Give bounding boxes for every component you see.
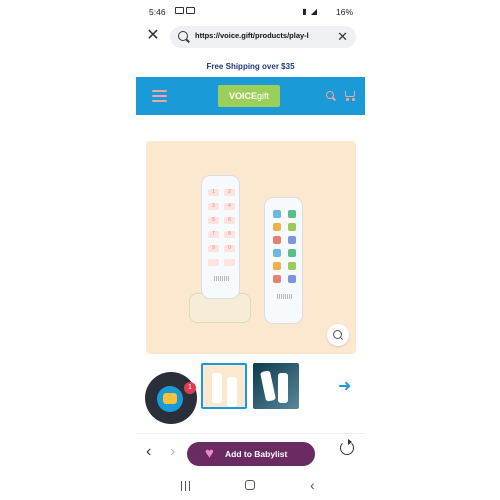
logo-main-text: VOICE: [228, 91, 257, 101]
nav-back-icon[interactable]: ‹: [310, 477, 315, 493]
function-key: [208, 259, 219, 266]
picture-key: [288, 210, 296, 218]
picture-key: [273, 223, 281, 231]
browser-bottom-bar: ‹ › ♥ Add to Babylist: [136, 433, 365, 473]
forward-icon[interactable]: ›: [170, 443, 175, 461]
number-key: 9: [208, 245, 219, 252]
add-to-babylist-label: Add to Babylist: [225, 449, 288, 459]
gallery-notification-icon: [175, 7, 184, 14]
url-text[interactable]: https://voice.gift/products/play-l: [195, 31, 330, 40]
site-logo[interactable]: VOICEgift: [218, 85, 280, 107]
url-bar[interactable]: https://voice.gift/products/play-l ✕: [170, 26, 356, 48]
thumbnail-1[interactable]: [201, 363, 247, 409]
number-key: 1: [208, 189, 219, 196]
chat-button[interactable]: 1: [145, 372, 197, 424]
zoom-icon[interactable]: [327, 324, 349, 346]
search-icon: [178, 31, 188, 41]
site-header: VOICEgift: [136, 77, 365, 115]
thumbnail-2[interactable]: [253, 363, 299, 409]
cart-icon[interactable]: [343, 90, 355, 101]
speaker-grille: [214, 276, 229, 281]
chat-badge: 1: [184, 382, 196, 394]
thumb-remote-b: [227, 377, 237, 407]
menu-icon[interactable]: [152, 90, 167, 102]
number-key: 6: [224, 217, 235, 224]
close-tab-icon[interactable]: ✕: [146, 28, 160, 44]
signal-icons: ▮ ◢: [302, 7, 318, 16]
back-icon[interactable]: ‹: [146, 443, 151, 461]
battery-level: 16%: [335, 7, 353, 17]
thumb-remote-c: [259, 370, 277, 402]
clear-url-icon[interactable]: ✕: [337, 29, 348, 45]
number-key: 4: [224, 203, 235, 210]
logo-sub-text: gift: [257, 91, 270, 101]
number-key: 3: [208, 203, 219, 210]
home-icon[interactable]: [245, 480, 255, 490]
heart-icon: ♥: [205, 445, 214, 462]
number-key: 8: [224, 231, 235, 238]
browser-url-row: ✕ https://voice.gift/products/play-l ✕: [136, 22, 365, 52]
picture-key: [288, 236, 296, 244]
status-time: 5:46: [149, 7, 166, 17]
number-remote: 1234567890: [201, 175, 240, 299]
picture-key: [273, 210, 281, 218]
status-bar: 5:46 ▮ ◢ 16%: [136, 0, 365, 22]
picture-key: [273, 275, 281, 283]
thumb-remote-d: [278, 373, 288, 403]
recents-icon[interactable]: [181, 481, 192, 491]
number-key: 7: [208, 231, 219, 238]
android-nav-bar: ‹: [136, 474, 365, 500]
picture-remote: [264, 197, 303, 324]
thumb-remote-a: [212, 373, 222, 403]
chat-icon: [157, 386, 183, 412]
number-key: 0: [224, 245, 235, 252]
next-arrow-icon[interactable]: ➜: [338, 376, 351, 396]
picture-key: [273, 236, 281, 244]
number-key: 5: [208, 217, 219, 224]
picture-key: [288, 262, 296, 270]
picture-key: [288, 275, 296, 283]
shipping-banner: Free Shipping over $35: [206, 62, 295, 71]
site-search-icon[interactable]: [326, 91, 334, 99]
picture-key: [288, 223, 296, 231]
message-notification-icon: [186, 7, 195, 14]
add-to-babylist-button[interactable]: ♥ Add to Babylist: [187, 442, 315, 466]
phone-screen: 5:46 ▮ ◢ 16% ✕ https://voice.gift/produc…: [136, 0, 365, 500]
reload-icon[interactable]: [340, 439, 354, 455]
number-key: 2: [224, 189, 235, 196]
product-image[interactable]: 1234567890: [146, 141, 356, 354]
speaker-grille: [277, 294, 292, 299]
function-key: [224, 259, 235, 266]
picture-key: [273, 249, 281, 257]
picture-key: [273, 262, 281, 270]
picture-key: [288, 249, 296, 257]
